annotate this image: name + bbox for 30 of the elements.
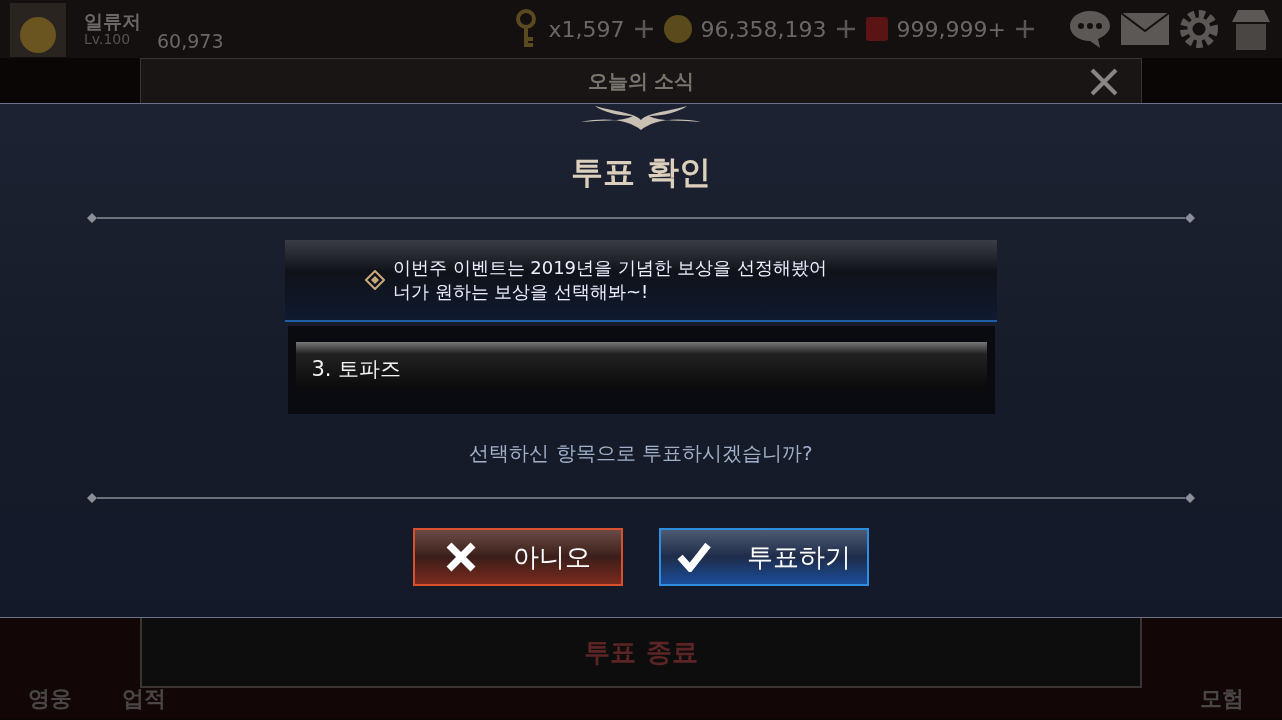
event-message: 이번주 이벤트는 2019년을 기념한 보상을 선정해봤어 너가 원하는 보상을 선택해봐~!: [392, 255, 828, 304]
dialog-title: 투표 확인: [571, 152, 711, 193]
diamond-icon: [364, 270, 385, 290]
player-level: Lv.100: [84, 31, 131, 48]
key-count: x1,597: [548, 15, 625, 44]
cancel-button[interactable]: 아니오: [413, 528, 623, 586]
selected-option: 3. 토파즈: [295, 342, 987, 389]
plus-icon[interactable]: [632, 18, 655, 40]
coin-count: 96,358,193: [700, 15, 827, 44]
plus-icon[interactable]: [1014, 18, 1036, 40]
settings-icon[interactable]: [1178, 8, 1220, 50]
gem-count: 999,999+: [896, 15, 1006, 44]
score-text: 60,973: [157, 28, 224, 54]
player-name: 일류저: [84, 10, 141, 32]
checkmark-icon: [677, 542, 711, 572]
avatar-placeholder[interactable]: [8, 0, 68, 59]
nav-tab[interactable]: 업적: [122, 682, 166, 715]
confirm-question: 선택하신 항목으로 투표하시겠습니까?: [469, 440, 813, 467]
mail-icon[interactable]: [1120, 12, 1170, 46]
plus-icon[interactable]: [834, 18, 857, 40]
vote-button[interactable]: 투표하기: [659, 528, 869, 586]
vote-closed-button[interactable]: 투표 종료: [584, 632, 698, 672]
nav-tab[interactable]: 영웅: [28, 682, 72, 715]
chat-icon[interactable]: [1068, 9, 1112, 49]
panel-title: 오늘의 소식: [587, 68, 695, 95]
close-icon: [445, 541, 477, 573]
coin-icon: [662, 14, 693, 44]
nav-tab[interactable]: 모험: [1200, 682, 1244, 715]
close-icon[interactable]: [1089, 67, 1119, 97]
gem-icon: [864, 16, 889, 42]
